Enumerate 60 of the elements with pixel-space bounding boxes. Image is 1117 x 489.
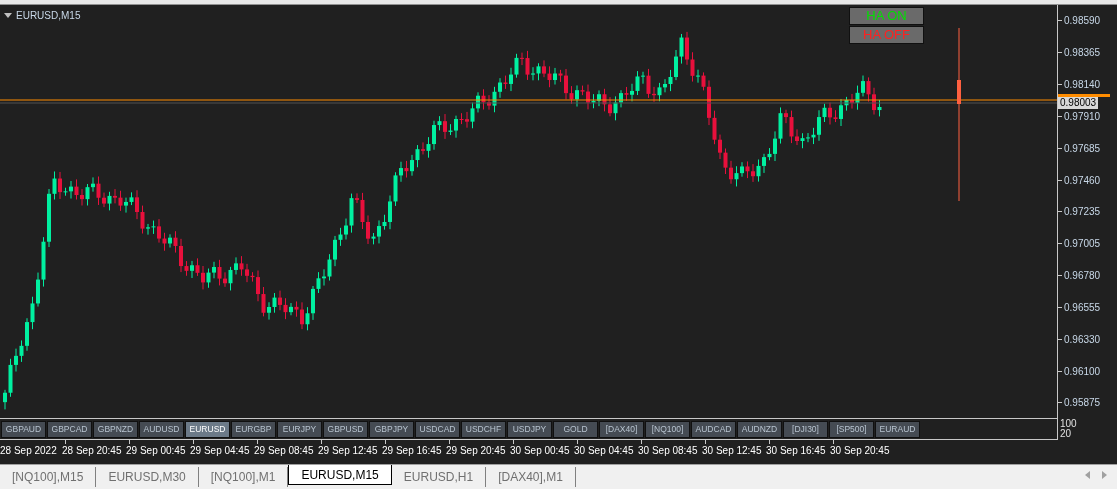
chart-tab[interactable]: EURUSD,H1 <box>391 467 487 487</box>
price-label: 0.96555 <box>1064 300 1101 315</box>
price-label: 0.95875 <box>1064 396 1101 411</box>
price-label: 0.96330 <box>1064 332 1101 347</box>
price-label: 0.96100 <box>1064 364 1101 379</box>
scroll-left-icon[interactable] <box>1085 471 1090 479</box>
price-label: 0.97005 <box>1064 237 1101 252</box>
symbol-button[interactable]: AUDCAD <box>691 420 736 438</box>
symbol-button[interactable]: USDCHF <box>461 420 506 438</box>
time-label: 30 Sep 16:45 <box>766 444 827 459</box>
symbol-button[interactable]: GOLD <box>553 420 598 438</box>
price-tag <box>1058 93 1110 97</box>
symbol-button[interactable]: GBPAUD <box>1 420 46 438</box>
time-label: 29 Sep 20:45 <box>446 444 507 459</box>
price-label: 0.97235 <box>1064 205 1101 220</box>
symbol-button[interactable]: EURUSD <box>185 420 230 438</box>
chart-tab[interactable]: [NQ100],M15 <box>0 467 97 487</box>
time-label: 28 Sep 2022 <box>0 444 58 459</box>
time-label: 29 Sep 12:45 <box>318 444 379 459</box>
dropdown-icon[interactable] <box>4 12 12 18</box>
scale-label: 20 <box>1060 428 1073 439</box>
symbol-button[interactable]: [DJI30] <box>783 420 828 438</box>
scroll-right-icon[interactable] <box>1102 471 1107 479</box>
symbol-button[interactable]: AUDNZD <box>737 420 782 438</box>
time-label: 30 Sep 00:45 <box>510 444 571 459</box>
symbol-button[interactable]: GBPCAD <box>47 420 92 438</box>
time-label: 29 Sep 00:45 <box>126 444 187 459</box>
time-label: 30 Sep 04:45 <box>574 444 635 459</box>
symbol-button[interactable]: USDJPY <box>507 420 552 438</box>
symbol-button[interactable]: [NQ100] <box>645 420 690 438</box>
symbol-button[interactable]: GBPNZD <box>93 420 138 438</box>
price-label: 0.97685 <box>1064 141 1101 156</box>
chart-tab[interactable]: [DAX40],M1 <box>486 467 576 487</box>
price-label: 0.96780 <box>1064 269 1101 284</box>
indicator-toggle-button[interactable]: HA ON <box>849 6 924 25</box>
symbol-button[interactable]: [DAX40] <box>599 420 644 438</box>
symbol-button[interactable]: EURJPY <box>277 420 322 438</box>
time-label: 30 Sep 12:45 <box>702 444 763 459</box>
price-label: 0.98590 <box>1064 14 1101 29</box>
symbol-button[interactable]: EURGBP <box>231 420 276 438</box>
time-label: 30 Sep 08:45 <box>638 444 699 459</box>
price-label: 0.98140 <box>1064 78 1101 93</box>
symbol-button[interactable]: USDCAD <box>415 420 460 438</box>
symbol-button[interactable]: [SP500] <box>829 420 874 438</box>
scale-label: 100 <box>1060 418 1077 429</box>
chart-tab[interactable]: EURUSD,M15 <box>288 465 392 485</box>
chart-title: EURUSD,M15 <box>16 8 81 23</box>
time-label: 29 Sep 16:45 <box>382 444 443 459</box>
time-label: 30 Sep 20:45 <box>830 444 891 459</box>
symbol-button[interactable]: AUDUSD <box>139 420 184 438</box>
price-label: 0.97460 <box>1064 173 1101 188</box>
symbol-button[interactable]: EURAUD <box>875 420 920 438</box>
price-label: 0.98365 <box>1064 46 1101 61</box>
time-label: 28 Sep 20:45 <box>62 444 123 459</box>
time-label: 29 Sep 04:45 <box>190 444 251 459</box>
chart-tab[interactable]: EURUSD,M30 <box>96 467 199 487</box>
time-label: 29 Sep 08:45 <box>254 444 315 459</box>
symbol-button[interactable]: GBPUSD <box>323 420 368 438</box>
symbol-button[interactable]: GBPJPY <box>369 420 414 438</box>
price-label: 0.97910 <box>1064 109 1101 124</box>
